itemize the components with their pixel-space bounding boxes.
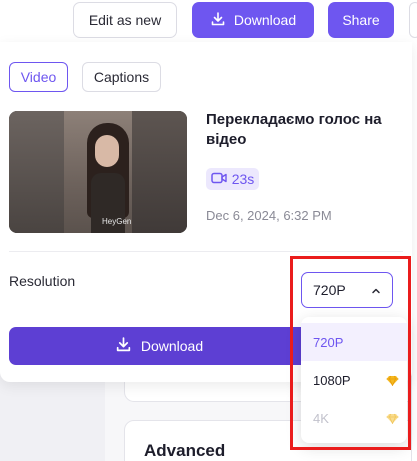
duration-text: 23s [231, 171, 255, 187]
toolbar-overflow-button[interactable] [409, 2, 417, 38]
toolbar-download-button[interactable]: Download [192, 2, 314, 38]
share-button[interactable]: Share [328, 2, 394, 38]
highlight-box [290, 256, 411, 450]
toolbar-download-label: Download [233, 12, 297, 28]
download-button-label: Download [140, 338, 204, 354]
duration-badge: 23s [206, 168, 259, 190]
video-date: Dec 6, 2024, 6:32 PM [206, 208, 332, 223]
edit-as-new-button[interactable]: Edit as new [73, 2, 177, 38]
download-icon [210, 11, 226, 30]
thumbnail-watermark: HeyGen [102, 217, 132, 226]
video-camera-icon [210, 171, 227, 188]
tab-captions[interactable]: Captions [82, 62, 161, 92]
resolution-label: Resolution [9, 273, 76, 289]
edit-as-new-label: Edit as new [88, 12, 162, 28]
video-thumbnail[interactable]: HeyGen [9, 111, 187, 233]
tab-captions-label: Captions [93, 69, 150, 85]
divider [9, 251, 403, 252]
top-toolbar: Edit as new Download Share [0, 0, 417, 42]
download-icon [115, 336, 132, 356]
tab-video-label: Video [20, 69, 57, 85]
video-title: Перекладаємо голос на відео [206, 111, 382, 148]
download-button[interactable]: Download [9, 327, 309, 365]
tab-video[interactable]: Video [9, 62, 68, 92]
share-label: Share [342, 12, 380, 28]
advanced-title: Advanced [144, 441, 226, 460]
